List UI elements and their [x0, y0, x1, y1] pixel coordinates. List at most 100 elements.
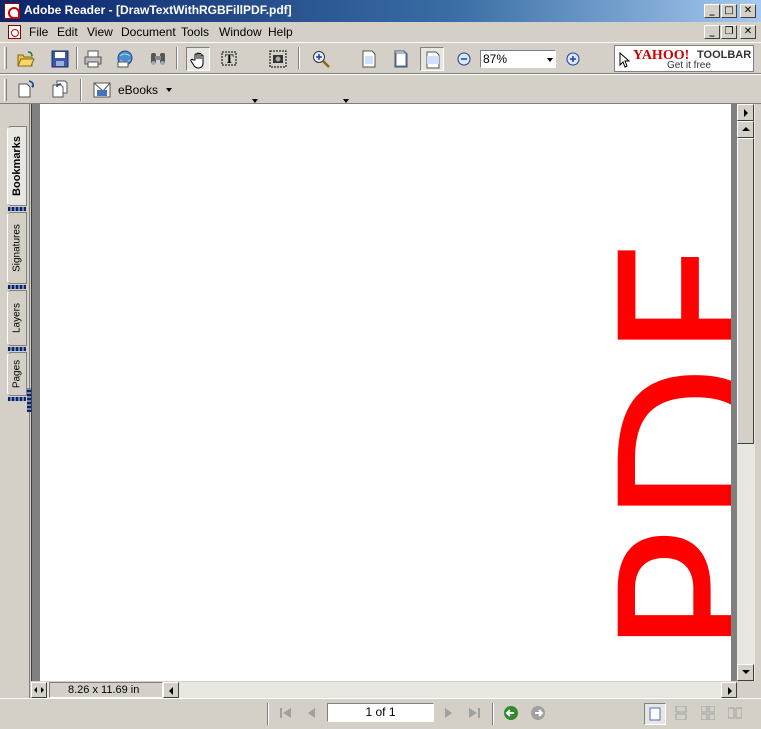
rotate-page-icon	[18, 80, 34, 98]
previous-page-icon	[308, 708, 315, 718]
fit-page-button[interactable]	[389, 47, 413, 71]
hand-tool-icon	[190, 52, 204, 69]
pages-button[interactable]	[48, 77, 72, 101]
zoom-level-value: 87%	[483, 52, 508, 66]
zoom-out-button[interactable]	[452, 47, 476, 71]
toolbar-separator	[298, 47, 300, 69]
ebooks-icon	[93, 82, 111, 98]
document-minimize-button[interactable]: _	[704, 25, 720, 39]
continuous-page-icon	[675, 706, 687, 720]
continuous-facing-layout-button[interactable]	[698, 703, 720, 725]
yahoo-tagline: Get it free	[667, 60, 711, 71]
document-close-button[interactable]: ✕	[740, 25, 756, 39]
search-button[interactable]	[146, 47, 170, 71]
fit-width-button[interactable]	[420, 47, 444, 71]
toolbar-grip[interactable]	[4, 47, 7, 69]
cursor-icon	[619, 52, 631, 68]
tab-signatures-label: Signatures	[11, 224, 23, 272]
tab-indicator	[8, 347, 26, 351]
continuous-facing-icon	[701, 706, 715, 720]
first-page-button[interactable]	[277, 704, 295, 722]
next-page-button[interactable]	[439, 704, 457, 722]
close-button[interactable]: ✕	[740, 4, 756, 18]
menu-help[interactable]: Help	[268, 25, 293, 39]
zoom-out-icon	[457, 52, 471, 66]
vertical-scroll-thumb[interactable]	[737, 138, 754, 444]
previous-view-button[interactable]	[502, 704, 520, 722]
tab-layers[interactable]: Layers	[7, 290, 27, 351]
split-handle[interactable]	[31, 682, 47, 698]
arrow-up-icon	[742, 127, 750, 131]
facing-layout-button[interactable]	[725, 703, 747, 725]
document-restore-button[interactable]: ❐	[721, 25, 737, 39]
scroll-left-button[interactable]	[163, 682, 179, 698]
document-viewport[interactable]: PDF	[31, 104, 737, 681]
single-page-layout-button[interactable]	[644, 703, 666, 725]
first-page-icon	[280, 708, 291, 718]
horizontal-scrollbar[interactable]: 8.26 x 11.69 in	[31, 681, 737, 698]
email-button[interactable]	[113, 47, 137, 71]
select-text-button[interactable]: T	[218, 47, 242, 71]
continuous-layout-button[interactable]	[671, 703, 693, 725]
svg-text:T: T	[225, 51, 234, 66]
scroll-up-button[interactable]	[737, 121, 754, 138]
hand-tool-button[interactable]	[186, 47, 210, 71]
next-view-button[interactable]	[529, 704, 547, 722]
document-menu-icon[interactable]	[8, 25, 21, 39]
zoom-in-button[interactable]	[561, 47, 585, 71]
zoom-in-tool-button[interactable]	[309, 47, 333, 71]
page-size-value: 8.26 x 11.69 in	[68, 684, 140, 696]
ebooks-dropdown-arrow[interactable]	[166, 88, 172, 92]
last-page-button[interactable]	[465, 704, 483, 722]
statusbar-separator	[492, 703, 494, 725]
rotate-button[interactable]	[14, 77, 38, 101]
scroll-down-button[interactable]	[737, 664, 754, 681]
minimize-button[interactable]: _	[704, 4, 720, 18]
status-bar: 1 of 1	[0, 698, 761, 729]
yahoo-toolbar-ad[interactable]: YAHOO! TOOLBAR Get it free	[614, 45, 754, 72]
previous-page-button[interactable]	[303, 704, 321, 722]
vertical-scrollbar[interactable]	[737, 104, 755, 681]
last-page-icon	[469, 708, 480, 718]
fit-page-icon	[394, 50, 408, 68]
menu-edit[interactable]: Edit	[57, 25, 78, 39]
snapshot-icon	[269, 50, 287, 68]
menu-view[interactable]: View	[87, 25, 113, 39]
pages-icon	[52, 80, 68, 98]
tab-signatures[interactable]: Signatures	[7, 212, 27, 289]
title-bar[interactable]: Adobe Reader - [DrawTextWithRGBFillPDF.p…	[0, 0, 761, 22]
tab-pages-label: Pages	[11, 359, 23, 389]
arrow-down-icon	[742, 670, 750, 674]
snapshot-button[interactable]	[266, 47, 290, 71]
zoom-dropdown-arrow[interactable]	[547, 58, 553, 62]
resize-icon	[34, 687, 44, 693]
ebooks-button[interactable]: eBooks	[90, 78, 176, 102]
menu-tools[interactable]: Tools	[181, 25, 209, 39]
print-icon	[84, 50, 102, 68]
menu-bar: File Edit View Document Tools Window Hel…	[0, 22, 761, 42]
facing-page-icon	[728, 707, 742, 719]
save-button[interactable]	[48, 47, 72, 71]
menu-file[interactable]: File	[29, 25, 48, 39]
fit-width-icon	[426, 51, 440, 69]
menu-window[interactable]: Window	[219, 25, 262, 39]
arrow-right-icon	[744, 109, 748, 117]
scroll-right-button[interactable]	[721, 682, 737, 698]
pdf-rotated-text: PDF	[576, 236, 731, 657]
page-size-indicator: 8.26 x 11.69 in	[49, 682, 163, 698]
zoom-in-icon	[566, 52, 580, 66]
save-icon	[51, 50, 69, 68]
actual-size-button[interactable]	[357, 47, 381, 71]
page-up-button[interactable]	[737, 104, 754, 121]
print-button[interactable]	[81, 47, 105, 71]
adobe-reader-app-icon[interactable]	[4, 3, 20, 19]
open-button[interactable]	[14, 47, 38, 71]
open-icon	[17, 51, 35, 67]
page-number-field[interactable]: 1 of 1	[327, 703, 434, 722]
zoom-level-select[interactable]: 87%	[480, 50, 556, 68]
toolbar-grip[interactable]	[4, 79, 7, 101]
menu-document[interactable]: Document	[121, 25, 176, 39]
maximize-button[interactable]: □	[721, 4, 737, 18]
tab-pages[interactable]: Pages	[7, 352, 27, 401]
tab-bookmarks[interactable]: Bookmarks	[7, 126, 27, 211]
